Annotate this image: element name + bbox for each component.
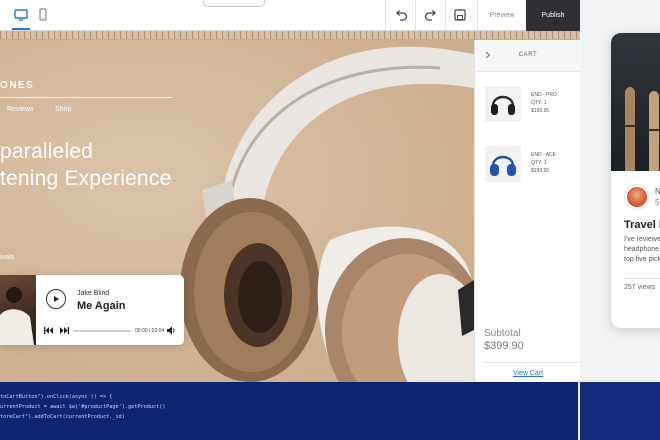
toolbar-divider xyxy=(415,0,416,31)
headphones-blue-icon xyxy=(490,155,516,176)
cart-header: CART xyxy=(475,40,581,72)
code-editor[interactable]: toCartButton").onClick(async () => { urr… xyxy=(0,382,578,440)
view-cart-link[interactable]: View Cart xyxy=(475,370,581,377)
cart-divider xyxy=(483,362,579,363)
post-divider xyxy=(624,278,660,279)
redo-icon[interactable] xyxy=(423,7,439,23)
cart-item-name: END - PRO xyxy=(531,92,557,98)
arrivals-label: ivals xyxy=(0,254,15,261)
editor-toolbar: Preview Publish xyxy=(0,0,580,31)
track-time: 00:00 / 03:04 xyxy=(135,328,165,334)
ruler xyxy=(0,31,580,40)
subtotal-label: Subtotal xyxy=(484,328,521,339)
cart-item-name: END - ACE xyxy=(531,152,557,158)
artist-photo xyxy=(0,275,36,345)
cart-item-qty: QTY: 1 xyxy=(531,100,547,106)
hero-title-line2: tening Experience xyxy=(0,167,172,190)
site-canvas[interactable]: ONES Reviews Shop paralleled tening Expe… xyxy=(0,40,474,382)
desktop-icon[interactable] xyxy=(13,7,29,23)
cart-item-qty: QTY: 1 xyxy=(531,160,547,166)
cart-item[interactable]: END - ACE QTY: 1 $199.95 xyxy=(485,146,575,186)
code-line: urrentProduct = await $w('#productPage')… xyxy=(0,404,166,410)
code-line: toreCart").addToCart(currentProduct._id) xyxy=(0,414,125,420)
cart-item-info: END - PRO QTY: 1 $199.95 xyxy=(531,91,557,115)
play-icon xyxy=(54,296,59,302)
play-button[interactable] xyxy=(46,289,66,309)
author-avatar xyxy=(625,185,649,209)
track-progress-bar[interactable] xyxy=(73,330,131,332)
product-thumbnail xyxy=(485,86,521,122)
site-brand[interactable]: ONES xyxy=(0,80,34,91)
publish-button[interactable]: Publish xyxy=(526,0,580,31)
editor-window: Preview Publish ONES Reviews Shop parall… xyxy=(0,0,581,440)
author-name: N xyxy=(655,187,660,196)
nav-link-reviews[interactable]: Reviews xyxy=(7,106,33,113)
next-track-icon[interactable] xyxy=(59,327,69,334)
active-device-indicator xyxy=(12,28,30,30)
previous-track-icon[interactable] xyxy=(44,327,54,334)
toolbar-divider xyxy=(385,0,386,31)
mobile-preview-card[interactable]: N 5 Travel H I've reviewe headphone top … xyxy=(611,33,660,328)
cart-panel: CART END - PRO QTY: 1 $199.95 END - ACE … xyxy=(474,40,581,382)
save-icon[interactable] xyxy=(452,7,468,23)
product-thumbnail xyxy=(485,146,521,182)
track-title: Me Again xyxy=(77,300,126,312)
cart-title: CART xyxy=(518,52,538,58)
headphones-image xyxy=(180,46,474,382)
artist-name: Jake Blind xyxy=(77,290,110,297)
canvas-handle-tab[interactable] xyxy=(203,0,265,7)
post-excerpt: I've reviewe headphone top five pick xyxy=(624,235,660,265)
preview-button[interactable]: Preview xyxy=(477,0,526,31)
hero-title: paralleled tening Experience xyxy=(0,138,172,192)
headphones-dark-icon xyxy=(491,95,515,115)
nav-link-shop[interactable]: Shop xyxy=(55,106,71,113)
code-strip-extension xyxy=(580,382,660,440)
music-player-card: Jake Blind Me Again 00:00 / 03:04 xyxy=(0,275,184,345)
subtotal-value: $399.90 xyxy=(484,340,524,352)
post-views: 257 views xyxy=(624,284,656,291)
cart-item-price: $199.95 xyxy=(531,108,550,114)
post-meta: 5 xyxy=(655,198,660,207)
toolbar-divider xyxy=(445,0,446,31)
post-excerpt-line: headphone xyxy=(624,246,660,253)
screenshot-root: Preview Publish ONES Reviews Shop parall… xyxy=(0,0,660,440)
post-excerpt-line: top five pick xyxy=(624,256,660,263)
cart-item-info: END - ACE QTY: 1 $199.95 xyxy=(531,151,556,175)
hero-title-line1: paralleled xyxy=(0,140,94,163)
post-excerpt-line: I've reviewe xyxy=(624,236,660,243)
brand-divider xyxy=(0,97,172,98)
mobile-icon[interactable] xyxy=(35,7,51,23)
post-title[interactable]: Travel H xyxy=(624,219,660,231)
code-line: toCartButton").onClick(async () => { xyxy=(0,394,113,400)
cart-item[interactable]: END - PRO QTY: 1 $199.95 xyxy=(485,86,575,126)
undo-icon[interactable] xyxy=(393,7,409,23)
skateboard-image xyxy=(611,33,660,171)
cart-item-price: $199.95 xyxy=(531,168,550,174)
volume-icon[interactable] xyxy=(167,326,176,335)
